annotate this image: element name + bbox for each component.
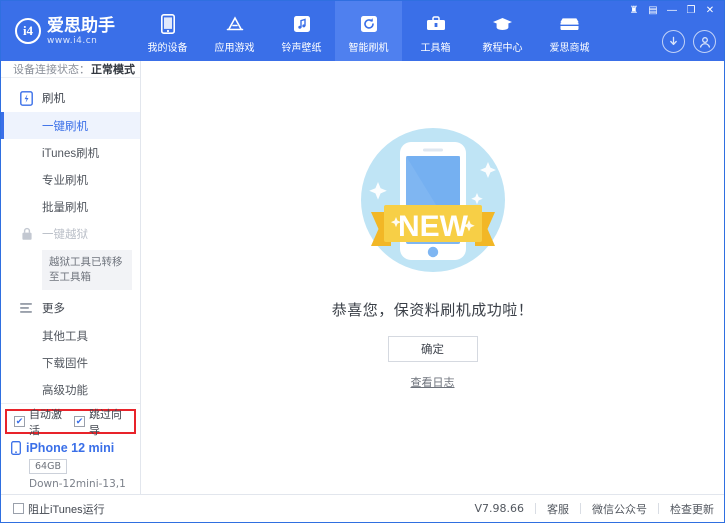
nav-label: 智能刷机 (349, 39, 389, 54)
nav-label: 工具箱 (421, 39, 451, 54)
logo-name: 爱思助手 (47, 17, 115, 34)
app-body: 设备连接状态：正常模式 刷机 一键刷机 iTunes刷机 专业刷机 (1, 61, 724, 494)
account-icon[interactable] (693, 30, 716, 53)
main-navigation: 我的设备 应用游戏 铃声壁纸 智能刷机 (134, 1, 603, 61)
nav-item-ringtones-wallpaper[interactable]: 铃声壁纸 (268, 1, 335, 61)
sidebar-item-label: 下载固件 (42, 355, 88, 371)
flash-options-highlight: 自动激活 跳过向导 (5, 409, 136, 434)
nav-item-my-device[interactable]: 我的设备 (134, 1, 201, 61)
divider (658, 503, 659, 514)
skip-wizard-checkbox[interactable] (74, 416, 85, 427)
option-skip-wizard[interactable]: 跳过向导 (74, 406, 124, 438)
sidebar-item-itunes-flash[interactable]: iTunes刷机 (1, 139, 140, 166)
sidebar-item-label: 其他工具 (42, 328, 88, 344)
sidebar-group-jailbreak: 一键越狱 (1, 220, 140, 248)
option-auto-activate[interactable]: 自动激活 (14, 406, 64, 438)
device-capacity: 64GB (29, 459, 67, 474)
wechat-link[interactable]: 微信公众号 (592, 501, 647, 517)
confirm-button[interactable]: 确定 (388, 336, 478, 362)
graduation-cap-icon (492, 13, 514, 35)
block-itunes-checkbox[interactable] (13, 503, 24, 514)
window-controls: ♜ ▤ — ❐ ✕ (626, 4, 718, 17)
sidebar-nav-tree: 刷机 一键刷机 iTunes刷机 专业刷机 批量刷机 (1, 78, 140, 403)
sidebar-item-label: 专业刷机 (42, 172, 88, 188)
sidebar-item-label: iTunes刷机 (42, 145, 99, 161)
app-logo: i4 爱思助手 www.i4.cn (1, 17, 134, 46)
sidebar-group-more[interactable]: 更多 (1, 294, 140, 322)
nav-item-store[interactable]: 爱思商城 (536, 1, 603, 61)
success-message: 恭喜您，保资料刷机成功啦！ (332, 299, 534, 320)
nav-label: 铃声壁纸 (282, 39, 322, 54)
sidebar-group-label: 一键越狱 (42, 226, 88, 242)
appstore-icon (224, 13, 246, 35)
nav-item-tutorial-center[interactable]: 教程中心 (469, 1, 536, 61)
sidebar-group-flash[interactable]: 刷机 (1, 84, 140, 112)
nav-item-toolbox[interactable]: 工具箱 (402, 1, 469, 61)
logo-url: www.i4.cn (47, 37, 115, 46)
sidebar: 设备连接状态：正常模式 刷机 一键刷机 iTunes刷机 专业刷机 (1, 61, 141, 494)
music-icon (291, 13, 313, 35)
divider (580, 503, 581, 514)
option-label: 自动激活 (29, 406, 64, 438)
list-icon (19, 301, 34, 316)
sidebar-item-pro-flash[interactable]: 专业刷机 (1, 166, 140, 193)
check-update-link[interactable]: 检查更新 (670, 501, 714, 517)
nav-label: 我的设备 (148, 39, 188, 54)
sidebar-item-advanced[interactable]: 高级功能 (1, 376, 140, 403)
phone-icon (157, 13, 179, 35)
app-header: i4 爱思助手 www.i4.cn 我的设备 应用游戏 (1, 1, 724, 61)
logo-badge-icon: i4 (15, 18, 41, 44)
sidebar-group-label: 更多 (42, 300, 65, 316)
block-itunes-option[interactable]: 阻止iTunes运行 (13, 501, 105, 517)
connection-status-value: 正常模式 (91, 61, 135, 77)
maximize-icon[interactable]: ❐ (683, 4, 699, 17)
store-icon (559, 13, 581, 35)
sidebar-item-one-key-flash[interactable]: 一键刷机 (1, 112, 140, 139)
nav-label: 教程中心 (483, 39, 523, 54)
device-name: iPhone 12 mini (26, 441, 114, 455)
connected-device[interactable]: iPhone 12 mini 64GB Down-12mini-13,1 (1, 437, 140, 498)
sidebar-bottom: 自动激活 跳过向导 iPhone 12 mini 64GB (1, 403, 140, 498)
sidebar-item-label: 批量刷机 (42, 199, 88, 215)
sidebar-item-download-firmware[interactable]: 下载固件 (1, 349, 140, 376)
block-itunes-label: 阻止iTunes运行 (28, 501, 105, 517)
main-content: NEW 恭喜您，保资料刷机成功啦！ 确定 查看日志 (141, 61, 724, 494)
download-icon[interactable] (662, 30, 685, 53)
sidebar-group-label: 刷机 (42, 90, 65, 106)
view-log-link[interactable]: 查看日志 (411, 374, 455, 390)
sidebar-item-label: 一键刷机 (42, 118, 88, 134)
nav-item-apps-games[interactable]: 应用游戏 (201, 1, 268, 61)
connection-status-label: 设备连接状态： (13, 61, 90, 77)
auto-activate-checkbox[interactable] (14, 416, 25, 427)
app-window: i4 爱思助手 www.i4.cn 我的设备 应用游戏 (0, 0, 725, 523)
sidebar-item-batch-flash[interactable]: 批量刷机 (1, 193, 140, 220)
divider (535, 503, 536, 514)
lock-icon (19, 227, 34, 242)
sidebar-item-label: 高级功能 (42, 382, 88, 398)
device-model: Down-12mini-13,1 (29, 478, 140, 490)
nav-label: 爱思商城 (550, 39, 590, 54)
menu-icon[interactable]: ▤ (645, 4, 661, 17)
nav-label: 应用游戏 (215, 39, 255, 54)
option-label: 跳过向导 (89, 406, 124, 438)
support-link[interactable]: 客服 (547, 501, 569, 517)
flash-phone-icon (19, 91, 34, 106)
nav-item-smart-flash[interactable]: 智能刷机 (335, 1, 402, 61)
version-label: V7.98.66 (474, 502, 524, 515)
ribbon-text: NEW (398, 210, 469, 243)
new-phone-badge-illustration: NEW (338, 116, 528, 291)
device-phone-icon (11, 441, 21, 455)
minimize-icon[interactable]: — (664, 4, 680, 17)
connection-status: 设备连接状态：正常模式 (1, 61, 140, 78)
sidebar-item-other-tools[interactable]: 其他工具 (1, 322, 140, 349)
refresh-icon (358, 13, 380, 35)
toolbox-icon (425, 13, 447, 35)
skin-icon[interactable]: ♜ (626, 4, 642, 17)
close-icon[interactable]: ✕ (702, 4, 718, 17)
status-bar-right: V7.98.66 客服 微信公众号 检查更新 (474, 501, 714, 517)
jailbreak-moved-tooltip: 越狱工具已转移至工具箱 (42, 250, 132, 290)
